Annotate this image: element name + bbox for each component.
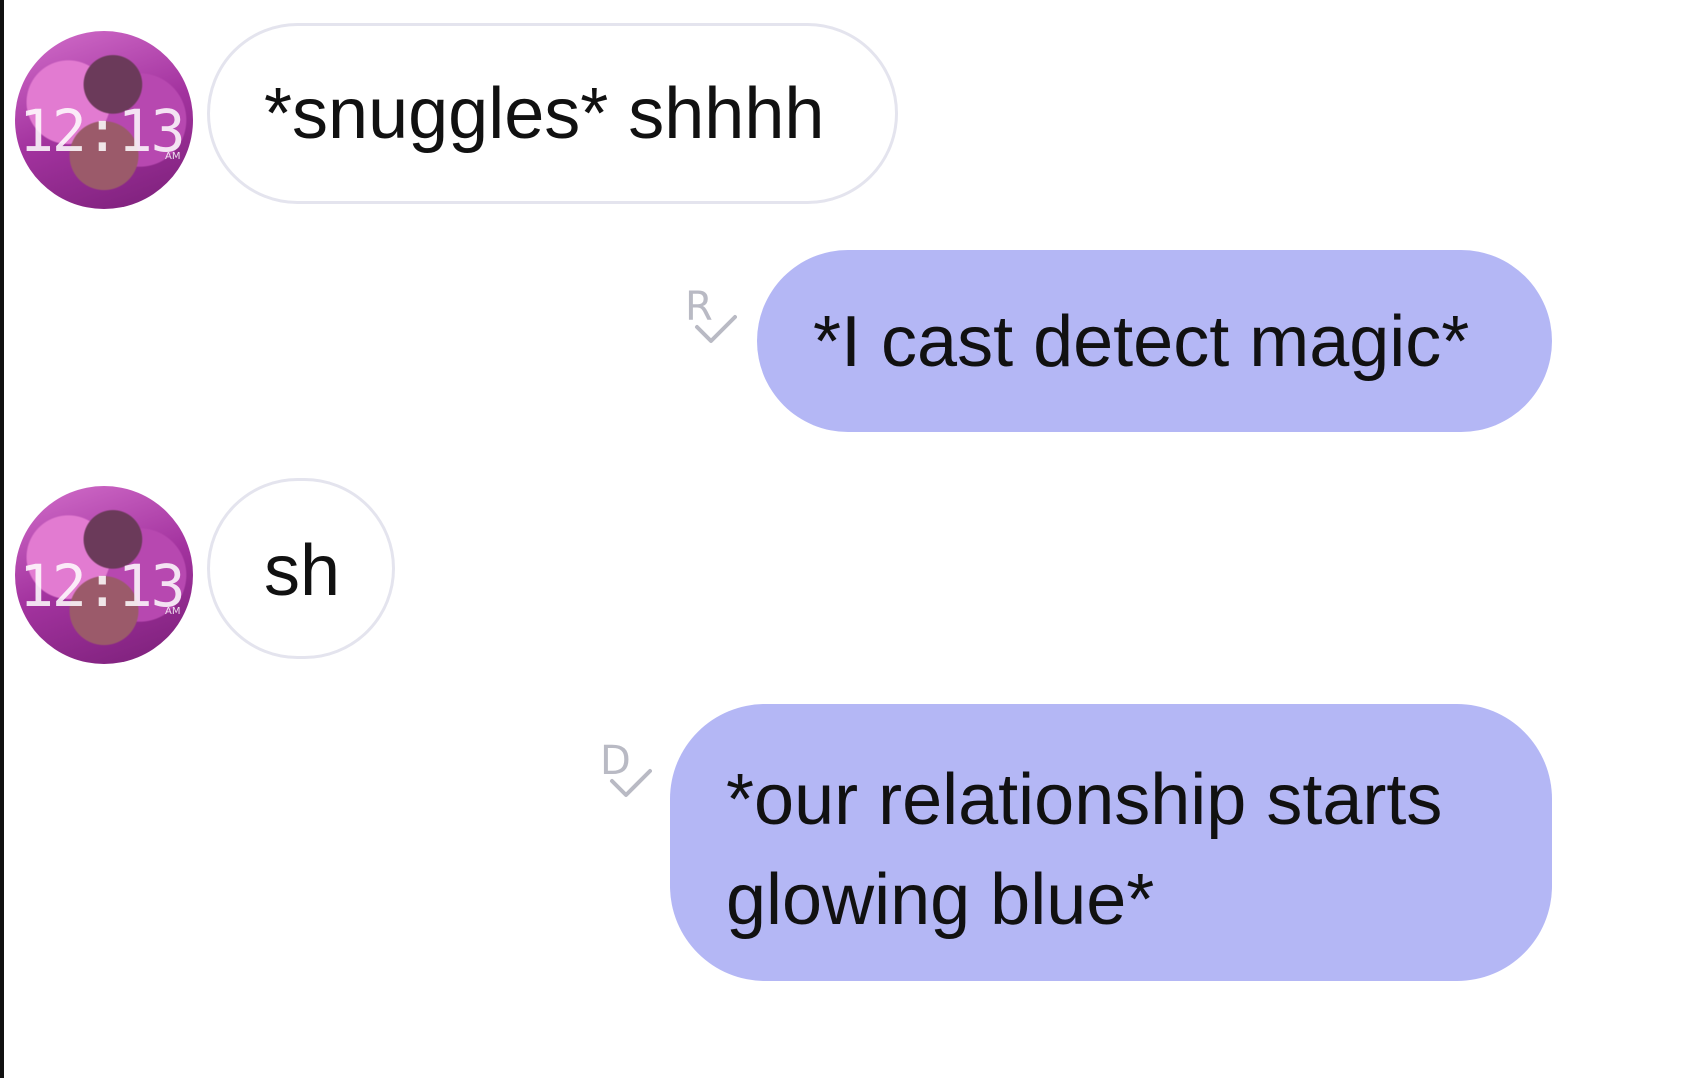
read-receipt-icon: R	[685, 287, 741, 347]
outgoing-message-bubble[interactable]: *our relationship starts glowing blue*	[670, 704, 1552, 981]
left-edge-bar	[0, 0, 4, 1078]
contact-avatar[interactable]: 12:13 AM	[15, 486, 193, 664]
message-text: *I cast detect magic*	[813, 302, 1470, 382]
delivered-receipt-icon: D	[600, 741, 656, 801]
checkmark-icon	[695, 315, 737, 343]
incoming-message-bubble[interactable]: sh	[207, 478, 395, 659]
message-text-line-1: *our relationship starts	[726, 760, 1443, 840]
avatar-clock-text: 12:13	[19, 97, 186, 165]
message-text-line-2: glowing blue*	[726, 860, 1155, 940]
message-text: sh	[264, 531, 341, 611]
avatar-ampm-text: AM	[165, 151, 181, 162]
incoming-message-bubble[interactable]: *snuggles* shhhh	[207, 23, 898, 204]
checkmark-icon	[610, 769, 652, 797]
outgoing-message-bubble[interactable]: *I cast detect magic*	[757, 250, 1552, 432]
avatar-ampm-text: AM	[165, 606, 181, 617]
contact-avatar[interactable]: 12:13 AM	[15, 31, 193, 209]
message-text: *snuggles* shhhh	[264, 74, 825, 154]
avatar-clock-text: 12:13	[19, 552, 186, 620]
